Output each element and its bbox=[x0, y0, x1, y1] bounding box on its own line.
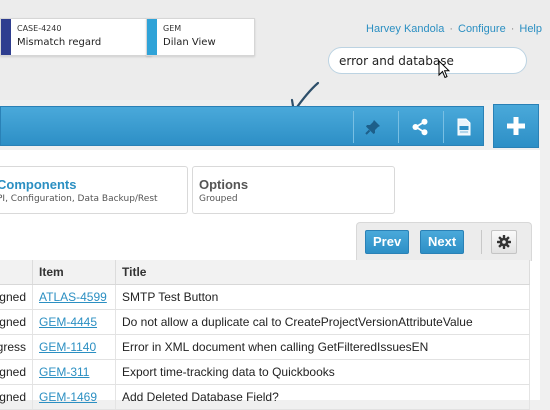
item-link[interactable]: GEM-4445 bbox=[39, 315, 97, 329]
prev-button[interactable]: Prev bbox=[365, 230, 410, 254]
pin-icon bbox=[365, 120, 380, 135]
column-header-status[interactable] bbox=[0, 260, 33, 285]
item-cell: GEM-4445 bbox=[32, 309, 116, 335]
toolbar-divider bbox=[443, 111, 444, 143]
title-cell: Do not allow a duplicate cal to CreatePr… bbox=[115, 309, 530, 335]
filter-subtitle: Grouped bbox=[199, 194, 238, 204]
title-cell: SMTP Test Button bbox=[115, 284, 530, 310]
status-cell: gned bbox=[0, 309, 33, 335]
item-cell: GEM-1469 bbox=[32, 384, 116, 410]
filter-title: Components bbox=[0, 177, 77, 192]
separator: · bbox=[449, 23, 453, 35]
title-cell: Export time-tracking data to Quickbooks bbox=[115, 359, 530, 385]
top-links: Harvey Kandola · Configure · Help bbox=[366, 23, 542, 35]
item-cell: ATLAS-4599 bbox=[32, 284, 116, 310]
table-row[interactable]: gned GEM-4445 Do not allow a duplicate c… bbox=[0, 309, 530, 335]
table-row[interactable]: gned GEM-311 Export time-tracking data t… bbox=[0, 359, 530, 385]
share-icon bbox=[412, 118, 428, 136]
next-button[interactable]: Next bbox=[420, 230, 465, 254]
filter-options[interactable]: Options Grouped bbox=[192, 166, 395, 214]
column-header-title[interactable]: Title bbox=[115, 260, 530, 285]
toolbar-divider bbox=[353, 111, 354, 143]
help-link[interactable]: Help bbox=[519, 23, 542, 35]
separator: · bbox=[510, 23, 515, 35]
title-cell: Add Deleted Database Field? bbox=[115, 384, 530, 410]
pdf-icon bbox=[457, 118, 471, 136]
add-button[interactable] bbox=[493, 104, 539, 148]
title-cell: Error in XML document when calling GetFi… bbox=[115, 334, 530, 360]
item-link[interactable]: GEM-1469 bbox=[39, 390, 97, 404]
card-key: GEM bbox=[163, 24, 182, 33]
settings-button[interactable] bbox=[491, 230, 517, 254]
filter-subtitle: PI, Configuration, Data Backup/Rest bbox=[0, 194, 158, 204]
status-cell: gned bbox=[0, 284, 33, 310]
card-title: Mismatch regard bbox=[17, 37, 102, 48]
item-link[interactable]: ATLAS-4599 bbox=[39, 290, 107, 304]
plus-icon bbox=[507, 117, 525, 135]
pager: Prev Next bbox=[356, 222, 532, 261]
toolbar-divider bbox=[398, 111, 399, 143]
recent-item-card[interactable]: GEM Dilan View bbox=[146, 18, 255, 56]
items-table: Item Title gned ATLAS-4599 SMTP Test But… bbox=[0, 260, 530, 410]
card-color-stripe bbox=[147, 19, 157, 55]
pin-button[interactable] bbox=[355, 113, 391, 141]
table-row[interactable]: gned GEM-1469 Add Deleted Database Field… bbox=[0, 384, 530, 410]
card-key: CASE-4240 bbox=[17, 24, 62, 33]
item-link[interactable]: GEM-1140 bbox=[39, 340, 96, 354]
status-cell: gned bbox=[0, 384, 33, 410]
mouse-cursor-icon bbox=[438, 60, 450, 79]
status-cell: gned bbox=[0, 359, 33, 385]
table-header-row: Item Title bbox=[0, 260, 530, 285]
user-link[interactable]: Harvey Kandola bbox=[366, 23, 444, 35]
item-cell: GEM-1140 bbox=[32, 334, 116, 360]
pdf-export-button[interactable] bbox=[446, 113, 482, 141]
filter-title: Options bbox=[199, 177, 249, 192]
configure-link[interactable]: Configure bbox=[458, 23, 506, 35]
column-header-item[interactable]: Item bbox=[32, 260, 116, 285]
filter-components[interactable]: Components PI, Configuration, Data Backu… bbox=[0, 166, 188, 214]
toolbar bbox=[0, 106, 484, 146]
item-cell: GEM-311 bbox=[32, 359, 116, 385]
table-row[interactable]: gress GEM-1140 Error in XML document whe… bbox=[0, 334, 530, 360]
search-input[interactable] bbox=[328, 47, 527, 74]
status-cell: gress bbox=[0, 334, 33, 360]
recent-item-card[interactable]: CASE-4240 Mismatch regard bbox=[0, 18, 152, 56]
card-color-stripe bbox=[1, 19, 11, 55]
share-button[interactable] bbox=[402, 113, 438, 141]
item-link[interactable]: GEM-311 bbox=[39, 365, 89, 379]
pager-divider bbox=[481, 230, 482, 254]
card-title: Dilan View bbox=[163, 37, 216, 48]
gear-icon bbox=[497, 235, 511, 249]
table-row[interactable]: gned ATLAS-4599 SMTP Test Button bbox=[0, 284, 530, 310]
